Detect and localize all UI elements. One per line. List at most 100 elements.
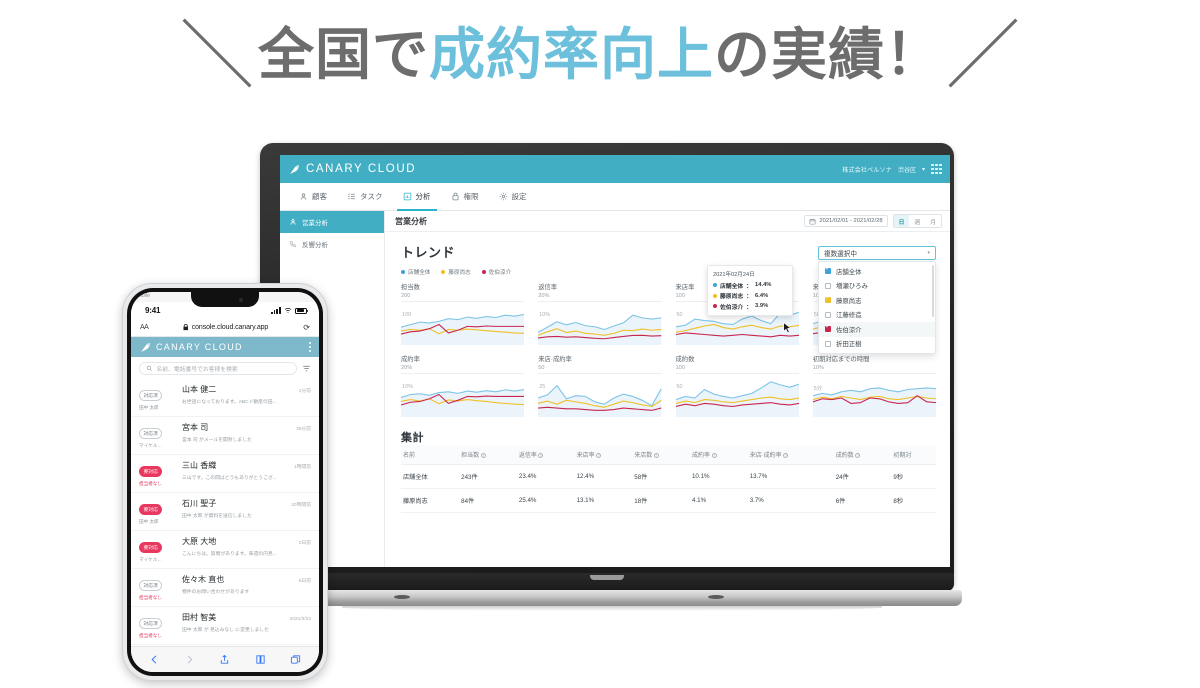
status-clock: 9:41 <box>145 306 161 315</box>
chart-axis-top-label: 20% <box>538 293 662 302</box>
grid-apps-icon[interactable] <box>931 163 942 175</box>
info-icon[interactable]: ? <box>538 453 544 458</box>
tab-analytics[interactable]: 分析 <box>393 183 441 211</box>
assignee-label: 担当者なし <box>139 633 162 638</box>
reload-icon[interactable]: ⟳ <box>303 323 310 332</box>
url-display[interactable]: console.cloud.canary.app <box>153 324 298 331</box>
text-size-button[interactable]: AA <box>140 324 149 331</box>
info-icon[interactable]: ? <box>783 453 789 458</box>
search-input[interactable]: 名前、電話番号でお客様を検索 <box>139 361 297 375</box>
member-option-fujiwara-takashi[interactable]: 藤原尚志 <box>819 293 935 308</box>
info-icon[interactable]: ? <box>653 453 659 458</box>
tab-customers[interactable]: 顧客 <box>289 183 337 210</box>
member-option-eto-shuzo[interactable]: 江藤修造 <box>819 308 935 323</box>
tabs-icon[interactable] <box>290 654 301 665</box>
customer-name: 田村 智美 <box>182 613 217 622</box>
member-option-masuse-hiromi[interactable]: 増瀬ひろみ <box>819 279 935 294</box>
member-option-orita-masaki[interactable]: 折田正樹 <box>819 337 935 352</box>
list-item-header: 宮本 司 35分前 <box>182 422 311 433</box>
chart-plot: 10% <box>401 375 525 417</box>
checkbox-checked-icon[interactable] <box>825 266 831 275</box>
table-col-visit-close-rate[interactable]: 来店·成約率? <box>747 445 834 465</box>
member-option-store-total[interactable]: 店舗全体 <box>819 264 935 279</box>
granularity-month-button[interactable]: 月 <box>925 215 941 227</box>
table-col-reply-rate[interactable]: 返信率? <box>516 445 575 465</box>
date-range-picker[interactable]: 2021/02/01 - 2021/02/28 <box>804 215 888 227</box>
checkbox-checked-icon[interactable] <box>825 324 831 333</box>
sidebar-item-response-analytics[interactable]: 反響分析 <box>280 233 384 255</box>
forward-chevron-icon[interactable] <box>184 654 195 665</box>
member-option-saeki-ryosuke[interactable]: 佐伯涼介 <box>819 322 935 337</box>
phone-app-bar: CANARY CLOUD <box>131 337 319 357</box>
tab-tasks[interactable]: タスク <box>337 183 393 210</box>
list-icon <box>348 193 355 200</box>
bookmarks-icon[interactable] <box>255 654 266 665</box>
chart-title: 初期対応までの時間 <box>812 356 870 363</box>
list-item[interactable]: 対応済 担当者なし 佐々木 直也 6日前 物件のお問い合わせがあります <box>131 569 319 607</box>
list-item-content: 宮本 司 35分前宮本 司 がメールを開封しました <box>182 422 311 449</box>
tab-settings[interactable]: 設定 <box>489 183 537 210</box>
table-col-name[interactable]: 名前 <box>401 445 460 465</box>
list-item[interactable]: 要対応 担当者なし 三山 香織 1時間前 三山です。この間はどうもありがとうござ... <box>131 455 319 493</box>
checkbox-checked-icon[interactable] <box>825 295 831 304</box>
list-item[interactable]: 対応済 マイケル… 宮本 司 35分前 宮本 司 がメールを開封しました <box>131 417 319 455</box>
sidebar-item-sales-analytics[interactable]: 営業分析 <box>280 211 384 233</box>
table-cell: 3.7% <box>747 488 834 513</box>
table-col-label: 返信率 <box>518 453 537 459</box>
member-multiselect-field[interactable]: 複数選択中 ▾ <box>818 246 936 260</box>
info-icon[interactable]: ? <box>596 453 602 458</box>
app-brand[interactable]: CANARY CLOUD <box>288 163 416 176</box>
list-item-meta: 対応済田中 太郎 <box>139 384 177 411</box>
chart-plot: 10% <box>538 303 662 345</box>
table-row[interactable]: 藤原尚志 84件 25.4% 13.1% 18件 4.1% 3.7% 6件 8秒 <box>401 488 936 513</box>
back-chevron-icon[interactable] <box>149 654 160 665</box>
assignee-label: 田中 太郎 <box>139 519 159 524</box>
phone-app-brand-name: CANARY CLOUD <box>156 342 243 352</box>
phone-notch <box>191 292 259 307</box>
sidebar-item-response-analytics-label: 反響分析 <box>302 242 328 249</box>
table-col-close-count[interactable]: 成約数? <box>833 445 892 465</box>
table-col-visit-count[interactable]: 来店数? <box>632 445 690 465</box>
chart-axis-mid-label: 25 <box>539 384 546 390</box>
info-icon[interactable]: ? <box>480 453 486 458</box>
branch-name[interactable]: 渋谷区 <box>898 165 916 174</box>
share-icon[interactable] <box>219 654 230 665</box>
info-icon[interactable]: ? <box>855 453 861 458</box>
list-item[interactable]: 対応済 田中 太郎 山本 健二 1分前 お世話になっております。ABCド動産の田... <box>131 379 319 417</box>
table-col-close-rate[interactable]: 成約率? <box>689 445 748 465</box>
safari-url-bar[interactable]: AA console.cloud.canary.app ⟳ <box>131 319 319 337</box>
status-badge: 対応済 <box>139 389 163 402</box>
tab-permissions[interactable]: 権限 <box>441 183 489 210</box>
message-preview: 宮本 司 がメールを開封しました <box>182 438 252 443</box>
list-item[interactable]: 対応済 担当者なし 田村 智美 2021/3/22 田中 太郎 が 見込みなし に変更し… <box>131 607 319 645</box>
table-col-assigned[interactable]: 担当数? <box>459 445 517 465</box>
list-item-header: 石川 聖子 20時間前 <box>182 498 311 509</box>
laptop-base-shadow <box>342 604 882 611</box>
chart-plot: 25 <box>538 375 662 417</box>
filter-icon[interactable] <box>302 364 311 373</box>
granularity-day-button[interactable]: 日 <box>893 215 910 227</box>
customer-name: 宮本 司 <box>182 423 209 432</box>
canary-bird-logo-icon <box>290 164 299 174</box>
person-icon <box>300 193 307 200</box>
granularity-toggle-group: 日 週 月 <box>892 214 942 228</box>
list-item[interactable]: 要対応 マイケル… 大原 大地 2日前 こんにちは。質問があります。来週の内見... <box>131 531 319 569</box>
table-col-label: 初期対 <box>893 453 912 459</box>
table-col-visit-rate[interactable]: 来店率? <box>574 445 633 465</box>
date-range-value: 2021/02/01 - 2021/02/28 <box>819 218 883 224</box>
headline-text-after: の実績！ <box>714 23 942 88</box>
granularity-week-button[interactable]: 週 <box>909 215 926 227</box>
info-icon[interactable]: ? <box>711 453 717 458</box>
checkbox-unchecked-icon[interactable] <box>825 282 831 289</box>
chart-axis-mid-label: 100 <box>402 312 411 318</box>
list-item[interactable]: 要対応 田中 太郎 石川 聖子 20時間前 田中 太郎 が資料を送信しました <box>131 493 319 531</box>
checkbox-unchecked-icon[interactable] <box>825 311 831 318</box>
kebab-menu-icon[interactable] <box>308 341 311 353</box>
checkbox-unchecked-icon[interactable] <box>825 340 831 347</box>
customer-name: 石川 聖子 <box>182 499 217 508</box>
table-col-first-response[interactable]: 初期対 <box>891 445 936 465</box>
table-row[interactable]: 店舗全体 243件 23.4% 12.4% 58件 10.1% 13.7% 24… <box>401 464 936 489</box>
dropdown-scrollbar[interactable] <box>932 265 934 317</box>
phone-app-brand[interactable]: CANARY CLOUD <box>139 341 243 354</box>
chevron-down-icon[interactable]: ▾ <box>922 166 925 173</box>
